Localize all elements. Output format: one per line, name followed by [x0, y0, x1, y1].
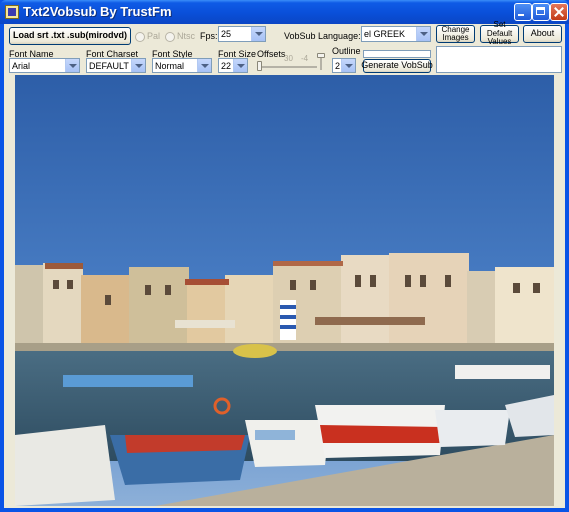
- ntsc-radio[interactable]: [165, 32, 175, 42]
- set-default-values-button[interactable]: Set Default Values: [480, 21, 519, 46]
- change-images-button[interactable]: Change Images: [436, 25, 475, 43]
- chevron-down-icon[interactable]: [251, 27, 265, 41]
- chevron-down-icon[interactable]: [197, 59, 211, 72]
- background-image-preview: [15, 75, 554, 506]
- chevron-down-icon[interactable]: [131, 59, 145, 72]
- font-style-select[interactable]: Normal: [152, 58, 212, 73]
- chevron-down-icon[interactable]: [341, 59, 355, 72]
- outline-select[interactable]: 2: [332, 58, 356, 73]
- fps-value: 25: [221, 29, 232, 39]
- vobsub-language-label: VobSub Language:: [284, 31, 361, 41]
- font-charset-value: DEFAULT: [89, 61, 129, 71]
- generate-vobsub-button[interactable]: Generate VobSub: [361, 59, 433, 73]
- font-charset-select[interactable]: DEFAULT: [86, 58, 146, 73]
- window-title: Txt2Vobsub By TrustFm: [23, 4, 172, 19]
- vobsub-language-select[interactable]: el GREEK: [361, 26, 431, 42]
- fps-select[interactable]: 25: [218, 26, 266, 42]
- chevron-down-icon[interactable]: [416, 27, 430, 41]
- progress-bar: [363, 50, 431, 58]
- client-area: Load srt .txt .sub(mirodvd) Pal Ntsc Fps…: [4, 21, 565, 508]
- preview-textbox[interactable]: [436, 46, 562, 73]
- minimize-icon[interactable]: [514, 3, 532, 21]
- offset-y-value: -4: [301, 54, 309, 63]
- pal-label: Pal: [147, 31, 161, 41]
- offsets-label: Offsets: [257, 49, 286, 59]
- close-icon[interactable]: [550, 3, 568, 21]
- font-name-value: Arial: [12, 61, 31, 71]
- fps-label: Fps:: [200, 31, 218, 41]
- maximize-icon[interactable]: [532, 3, 550, 21]
- outline-value: 2: [335, 61, 341, 71]
- outline-label: Outline: [332, 46, 361, 56]
- vobsub-language-value: el GREEK: [364, 29, 406, 39]
- app-window: Txt2Vobsub By TrustFm Load srt .txt .sub…: [0, 0, 569, 512]
- load-subtitle-button[interactable]: Load srt .txt .sub(mirodvd): [9, 27, 131, 45]
- chevron-down-icon[interactable]: [65, 59, 79, 72]
- offset-y-slider[interactable]: [317, 53, 325, 58]
- font-size-value: 22: [221, 61, 232, 71]
- vobsub-app-icon: [5, 5, 19, 19]
- offset-x-slider-track: [257, 66, 317, 68]
- title-bar[interactable]: Txt2Vobsub By TrustFm: [0, 0, 569, 24]
- pal-radio[interactable]: [135, 32, 145, 42]
- chevron-down-icon[interactable]: [233, 59, 247, 72]
- ntsc-label: Ntsc: [177, 31, 195, 41]
- offset-x-slider[interactable]: [257, 61, 262, 71]
- font-size-select[interactable]: 22: [218, 58, 248, 73]
- harbor-photo: [15, 75, 554, 506]
- font-style-value: Normal: [155, 61, 185, 71]
- font-name-select[interactable]: Arial: [9, 58, 80, 73]
- about-button[interactable]: About: [523, 25, 562, 43]
- offset-x-value: 30: [284, 54, 293, 63]
